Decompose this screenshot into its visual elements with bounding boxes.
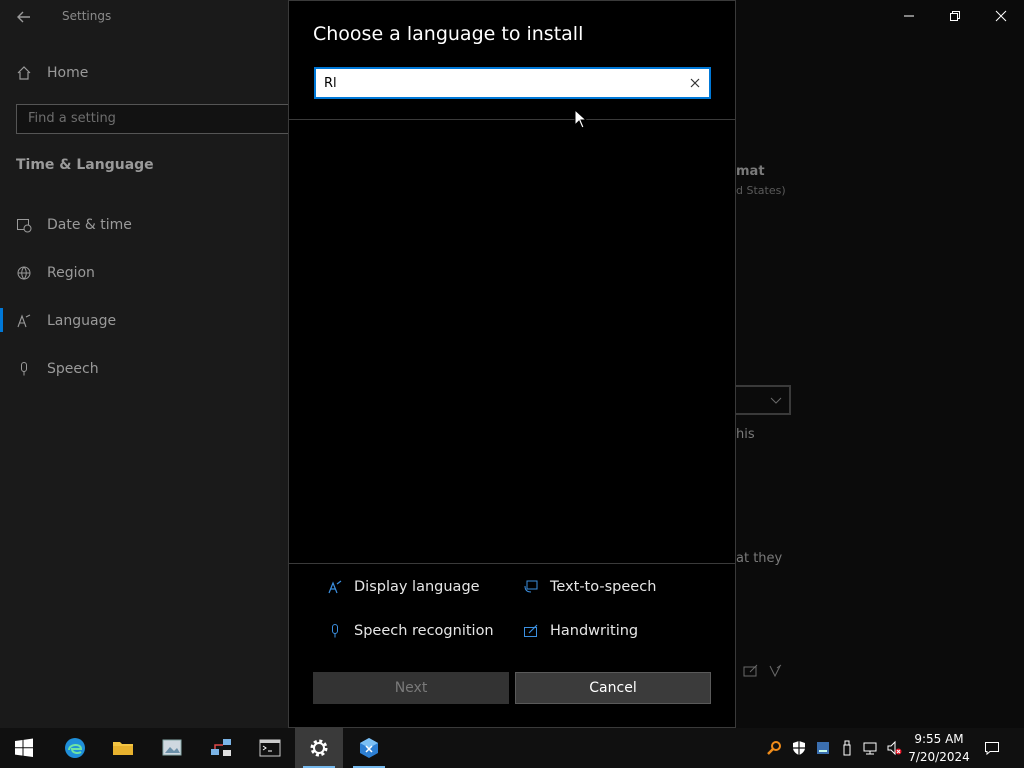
settings-sidebar: Settings Home Find a setting Time & Lang… [0, 0, 294, 728]
feature-speech-recognition: Speech recognition [326, 619, 494, 643]
calendar-clock-icon [16, 217, 32, 233]
language-results-list[interactable] [289, 120, 735, 563]
globe-icon [16, 265, 32, 281]
taskbar-clock[interactable]: 9:55 AM 7/20/2024 [906, 730, 972, 766]
taskbar-file-explorer[interactable] [99, 728, 147, 768]
cursor-arrow-icon [574, 108, 588, 129]
close-icon [690, 78, 700, 88]
nav-region[interactable]: Region [16, 258, 95, 288]
nav-selected-indicator [0, 308, 3, 332]
feature-display-language: Display language [326, 575, 480, 599]
nav-speech[interactable]: Speech [16, 354, 99, 384]
choose-language-dialog: Choose a language to install Display lan… [288, 0, 736, 728]
taskbar-photos[interactable] [148, 728, 196, 768]
cube-app-icon [360, 738, 378, 758]
notification-icon [985, 742, 999, 756]
microphone-icon [16, 361, 32, 377]
taskbar-terminal[interactable] [246, 728, 294, 768]
network-icon [863, 742, 877, 755]
drive-icon [817, 742, 829, 754]
display-language-icon [326, 578, 344, 596]
nav-speech-label: Speech [47, 361, 99, 377]
nav-date-time-label: Date & time [47, 217, 132, 233]
close-button[interactable] [978, 0, 1024, 32]
divider-bottom [289, 563, 735, 564]
windows-logo-icon [15, 738, 33, 757]
clock-time: 9:55 AM [914, 732, 964, 746]
chevron-down-icon [770, 397, 782, 404]
format-heading-fragment: mat [736, 164, 765, 179]
feature-label: Handwriting [550, 623, 639, 639]
text-this-fragment: his [736, 427, 755, 442]
tray-security[interactable] [789, 738, 809, 758]
clock-date: 7/20/2024 [908, 750, 970, 764]
section-title: Time & Language [16, 157, 154, 173]
language-icon [16, 313, 32, 329]
dropdown-fragment[interactable] [734, 385, 791, 415]
next-button[interactable]: Next [313, 672, 509, 704]
restore-button[interactable] [932, 0, 978, 32]
cancel-button[interactable]: Cancel [515, 672, 711, 704]
taskbar-settings[interactable] [295, 728, 343, 768]
network-computers-icon [211, 739, 231, 756]
terminal-icon [259, 739, 281, 757]
magnifier-icon [767, 741, 781, 755]
start-button[interactable] [0, 728, 48, 768]
back-arrow-icon [17, 11, 30, 23]
minimize-button[interactable] [886, 0, 932, 32]
usb-device-icon [843, 740, 851, 756]
format-sub-fragment: d States) [736, 184, 786, 197]
text-they-fragment: at they [736, 551, 783, 566]
tray-network[interactable] [860, 738, 880, 758]
close-icon [995, 10, 1007, 22]
tray-search-app[interactable] [764, 738, 784, 758]
restore-icon [950, 11, 960, 21]
mouse-cursor [574, 108, 588, 129]
home-icon [16, 65, 32, 81]
taskbar-app[interactable] [345, 728, 393, 768]
nav-home[interactable]: Home [16, 58, 88, 88]
nav-date-time[interactable]: Date & time [16, 210, 132, 240]
nav-language[interactable]: Language [16, 306, 116, 336]
nav-language-label: Language [47, 313, 117, 329]
taskbar: 9:55 AM 7/20/2024 [0, 728, 1024, 768]
window-title: Settings [62, 9, 112, 23]
taskbar-network-app[interactable] [197, 728, 245, 768]
nav-home-label: Home [47, 65, 89, 81]
handwriting-icon [522, 622, 540, 640]
tray-usb[interactable] [837, 738, 857, 758]
image-viewer-icon [162, 739, 182, 756]
shield-icon [793, 741, 805, 755]
folder-icon [113, 742, 133, 755]
tray-device[interactable] [813, 738, 833, 758]
find-setting-placeholder: Find a setting [28, 111, 116, 126]
tray-volume[interactable] [884, 738, 904, 758]
back-button[interactable] [14, 8, 34, 26]
edge-browser-icon [65, 738, 85, 758]
speech-feature-icon [767, 663, 783, 678]
nav-region-label: Region [47, 265, 95, 281]
minimize-icon [904, 15, 914, 17]
volume-muted-icon [887, 740, 902, 756]
feature-label: Display language [354, 579, 480, 595]
feature-text-to-speech: Text-to-speech [522, 575, 656, 599]
clear-search-button[interactable] [687, 75, 703, 91]
feature-label: Speech recognition [354, 623, 494, 639]
microphone-icon [326, 622, 344, 640]
feature-label: Text-to-speech [550, 579, 657, 595]
dialog-title: Choose a language to install [313, 23, 584, 45]
gear-icon [310, 739, 328, 757]
action-center-button[interactable] [982, 738, 1002, 758]
handwriting-icon [743, 663, 759, 677]
find-setting-input[interactable]: Find a setting [16, 104, 294, 134]
feature-handwriting: Handwriting [522, 619, 638, 643]
language-search-input[interactable] [324, 73, 674, 93]
language-search-box[interactable] [314, 67, 711, 99]
text-to-speech-icon [522, 578, 540, 596]
taskbar-edge[interactable] [51, 728, 99, 768]
